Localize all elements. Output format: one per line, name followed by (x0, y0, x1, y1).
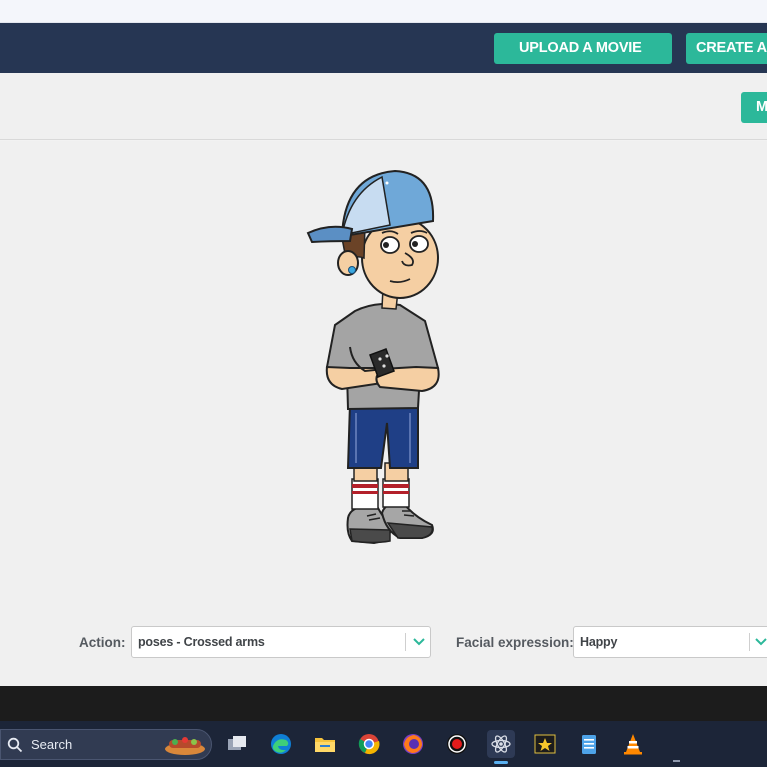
site-header: UPLOAD A MOVIE CREATE A (0, 23, 767, 73)
character-stage: Action: poses - Crossed arms Facial expr… (0, 141, 767, 686)
action-dropdown[interactable]: poses - Crossed arms (131, 626, 431, 658)
edge-icon[interactable] (267, 730, 295, 758)
footer-band (0, 686, 767, 721)
vlc-icon[interactable] (619, 730, 647, 758)
search-highlight-art-icon (165, 737, 205, 755)
dropdown-separator (749, 633, 750, 651)
upload-movie-button[interactable]: UPLOAD A MOVIE (494, 33, 672, 64)
facial-expression-dropdown[interactable]: Happy (573, 626, 767, 658)
notepad-icon[interactable] (575, 730, 603, 758)
search-icon (7, 737, 23, 753)
overflow-indicator (673, 760, 680, 762)
create-button[interactable]: CREATE A (686, 33, 767, 64)
facial-expression-label: Facial expression: (456, 635, 574, 650)
react-app-icon[interactable] (487, 730, 515, 758)
action-dropdown-value: poses - Crossed arms (138, 635, 265, 649)
windows-taskbar: Search (0, 721, 767, 767)
file-explorer-icon[interactable] (311, 730, 339, 758)
dropdown-separator (405, 633, 406, 651)
firefox-icon[interactable] (399, 730, 427, 758)
character-preview (306, 169, 440, 545)
chevron-down-icon[interactable] (412, 636, 426, 648)
toolbar-partial-button[interactable]: M (741, 92, 767, 123)
chevron-down-icon[interactable] (754, 636, 767, 648)
taskbar-search[interactable]: Search (0, 729, 212, 760)
movie-maker-icon[interactable] (531, 730, 559, 758)
browser-top-strip (0, 0, 767, 23)
action-label: Action: (79, 635, 126, 650)
editor-toolbar: M (0, 73, 767, 140)
facial-expression-dropdown-value: Happy (580, 635, 618, 649)
task-view-icon[interactable] (223, 730, 251, 758)
chrome-icon[interactable] (355, 730, 383, 758)
active-app-indicator (494, 761, 508, 764)
record-icon[interactable] (443, 730, 471, 758)
taskbar-search-label: Search (31, 737, 73, 752)
